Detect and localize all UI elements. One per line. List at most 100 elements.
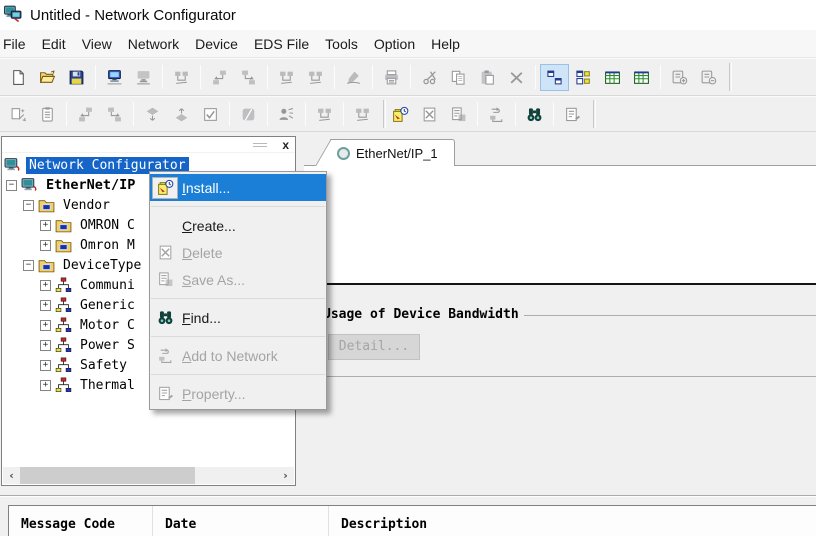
network-workspace: EtherNet/IP_1 Usage of Device Bandwidth … bbox=[304, 136, 816, 486]
context-menu-item-install[interactable]: Install... bbox=[150, 174, 326, 201]
find-device-button[interactable] bbox=[520, 101, 549, 128]
menu-file[interactable]: File bbox=[0, 32, 35, 56]
toolbar-separator bbox=[267, 65, 268, 89]
menu-option[interactable]: Option bbox=[365, 32, 424, 56]
write-signature-button[interactable] bbox=[339, 64, 368, 91]
verify-network-button[interactable] bbox=[301, 64, 330, 91]
install-eds-button[interactable] bbox=[386, 101, 415, 128]
horizontal-splitter[interactable] bbox=[0, 486, 816, 505]
add-to-network-button[interactable] bbox=[482, 101, 511, 128]
large-icons-view-button[interactable] bbox=[540, 64, 569, 91]
cut-icon bbox=[421, 69, 438, 86]
expand-icon[interactable]: + bbox=[40, 240, 51, 251]
scroll-left-arrow-icon[interactable]: ‹ bbox=[3, 467, 20, 484]
copy-button[interactable] bbox=[444, 64, 473, 91]
cut-button[interactable] bbox=[415, 64, 444, 91]
expand-icon[interactable]: + bbox=[40, 300, 51, 311]
context-menu-item-find[interactable]: Find... bbox=[150, 304, 326, 331]
column-header-description[interactable]: Description bbox=[329, 506, 816, 536]
setup-report-button[interactable] bbox=[33, 101, 62, 128]
network-canvas[interactable] bbox=[304, 166, 816, 285]
scroll-right-arrow-icon[interactable]: › bbox=[277, 467, 294, 484]
scrollbar-track[interactable] bbox=[20, 467, 277, 484]
menu-tools[interactable]: Tools bbox=[316, 32, 367, 56]
detail-table-view-2-button[interactable] bbox=[627, 64, 656, 91]
maintenance-information-button[interactable] bbox=[310, 101, 339, 128]
upload-from-device-button[interactable] bbox=[167, 101, 196, 128]
menu-help[interactable]: Help bbox=[422, 32, 469, 56]
tab-ethernet-ip-1[interactable]: EtherNet/IP_1 bbox=[330, 139, 455, 166]
import-device-button[interactable] bbox=[71, 101, 100, 128]
menu-edit[interactable]: Edit bbox=[33, 32, 75, 56]
connect-network-button[interactable] bbox=[100, 64, 129, 91]
delete-eds-button[interactable] bbox=[415, 101, 444, 128]
position-view-button[interactable] bbox=[569, 64, 598, 91]
expand-icon[interactable]: + bbox=[40, 320, 51, 331]
disconnect-network-button[interactable] bbox=[129, 64, 158, 91]
save-eds-button[interactable] bbox=[444, 101, 473, 128]
detail-button[interactable]: Detail... bbox=[328, 334, 420, 360]
setup-wizard-button[interactable] bbox=[4, 101, 33, 128]
monitor-device-icon bbox=[240, 106, 257, 123]
paste-button[interactable] bbox=[473, 64, 502, 91]
no-icon bbox=[152, 215, 178, 237]
expand-icon[interactable]: + bbox=[40, 380, 51, 391]
tree-item-label: DeviceType bbox=[60, 257, 144, 274]
tree-item-label: EtherNet/IP bbox=[43, 176, 138, 194]
device-icon bbox=[55, 277, 73, 293]
download-to-device-button[interactable] bbox=[138, 101, 167, 128]
device-property-button[interactable] bbox=[558, 101, 587, 128]
collapse-icon[interactable]: − bbox=[23, 200, 34, 211]
context-menu-item-delete[interactable]: Delete bbox=[150, 239, 326, 266]
collapse-information-button[interactable] bbox=[694, 64, 723, 91]
collapse-icon[interactable]: − bbox=[6, 180, 17, 191]
expand-icon[interactable]: + bbox=[40, 220, 51, 231]
expand-icon[interactable]: + bbox=[40, 340, 51, 351]
tree-horizontal-scrollbar[interactable]: ‹ › bbox=[3, 467, 294, 484]
panel-gripper[interactable] bbox=[253, 143, 267, 147]
delete-icon bbox=[508, 69, 525, 86]
menu-item-label: Install... bbox=[182, 180, 230, 196]
expand-icon[interactable]: + bbox=[40, 360, 51, 371]
expand-information-button[interactable] bbox=[665, 64, 694, 91]
verify-device-button[interactable] bbox=[196, 101, 225, 128]
menu-network[interactable]: Network bbox=[119, 32, 188, 56]
upload-network-button[interactable] bbox=[205, 64, 234, 91]
context-menu-item-save-as[interactable]: Save As... bbox=[150, 266, 326, 293]
scrollbar-thumb[interactable] bbox=[20, 467, 195, 484]
save-eds-icon bbox=[152, 269, 178, 291]
menu-eds-file[interactable]: EDS File bbox=[245, 32, 318, 56]
verify-structure-icon bbox=[278, 69, 295, 86]
context-menu-item-add-to-network[interactable]: Add to Network bbox=[150, 342, 326, 369]
verify-structure-button[interactable] bbox=[272, 64, 301, 91]
print-button[interactable] bbox=[377, 64, 406, 91]
open-file-button[interactable] bbox=[33, 64, 62, 91]
install-eds-icon bbox=[392, 106, 409, 123]
export-device-button[interactable] bbox=[100, 101, 129, 128]
column-header-message-code[interactable]: Message Code bbox=[9, 506, 153, 536]
edit-network-button[interactable] bbox=[167, 64, 196, 91]
toolbar-device bbox=[0, 96, 816, 132]
monitor-device-button[interactable] bbox=[234, 101, 263, 128]
delete-button[interactable] bbox=[502, 64, 531, 91]
column-header-date[interactable]: Date bbox=[153, 506, 329, 536]
expand-information-icon bbox=[671, 69, 688, 86]
context-menu-item-property[interactable]: Property... bbox=[150, 380, 326, 407]
toolbar-separator bbox=[515, 102, 516, 126]
context-menu-item-create[interactable]: Create... bbox=[150, 212, 326, 239]
diagnose-network-button[interactable] bbox=[348, 101, 377, 128]
menu-device[interactable]: Device bbox=[186, 32, 247, 56]
save-eds-icon bbox=[450, 106, 467, 123]
collapse-icon[interactable]: − bbox=[23, 260, 34, 271]
menu-separator bbox=[151, 206, 325, 207]
close-icon[interactable]: x bbox=[282, 137, 289, 153]
folder-icon bbox=[55, 237, 73, 253]
menu-view[interactable]: View bbox=[73, 32, 121, 56]
reset-device-button[interactable] bbox=[272, 101, 301, 128]
save-file-button[interactable] bbox=[62, 64, 91, 91]
menu-bar: FileEditViewNetworkDeviceEDS FileToolsOp… bbox=[0, 30, 816, 58]
download-network-button[interactable] bbox=[234, 64, 263, 91]
new-file-button[interactable] bbox=[4, 64, 33, 91]
expand-icon[interactable]: + bbox=[40, 280, 51, 291]
detail-table-view-button[interactable] bbox=[598, 64, 627, 91]
